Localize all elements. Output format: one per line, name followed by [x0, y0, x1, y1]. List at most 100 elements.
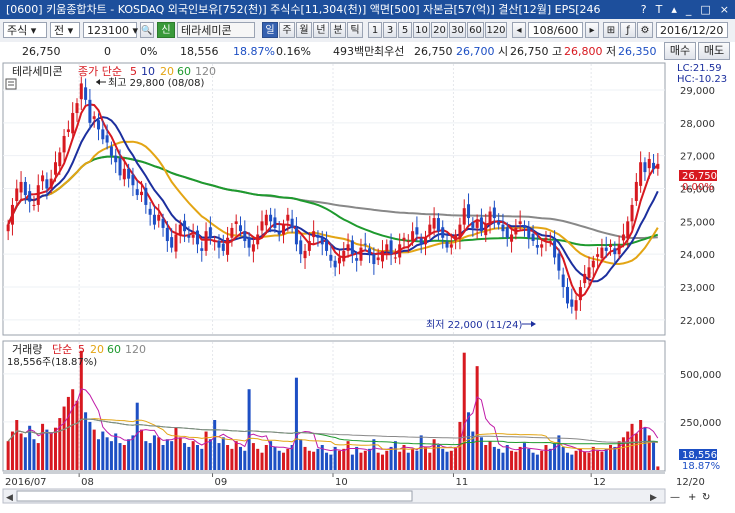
candle [428, 224, 432, 234]
stock-name-field: 테라세미콘 [177, 22, 255, 38]
zoom-out-icon[interactable]: — [670, 492, 680, 503]
settings-icon[interactable]: ⚙ [637, 22, 653, 38]
period-option-select[interactable]: 전 ▾ [50, 22, 80, 38]
volume-bar [596, 450, 600, 470]
interval-120-button[interactable]: 120 [485, 22, 507, 38]
volume-bar [256, 448, 260, 470]
pin-icon[interactable]: ▴ [671, 0, 677, 19]
volume-bar [484, 445, 488, 470]
tab-period-tick[interactable]: 틱 [347, 22, 363, 38]
volume-bar [510, 450, 514, 470]
interval-5-button[interactable]: 5 [398, 22, 412, 38]
zoom-in-icon[interactable]: + [688, 492, 696, 503]
candle [174, 234, 178, 252]
candle [282, 224, 286, 235]
candle [58, 152, 62, 167]
volume-bar [449, 450, 453, 470]
candle [75, 103, 79, 113]
tab-period-minute[interactable]: 분 [330, 22, 346, 38]
candle [290, 218, 294, 228]
low-annotation: 최저 22,000 (11/24) [426, 319, 522, 331]
chart-grid-icon[interactable] [5, 78, 17, 90]
candle [458, 224, 462, 239]
date-field[interactable]: 2016/12/20 [656, 22, 728, 38]
price-tick-label: 23,000 [680, 283, 715, 294]
volume-bar [419, 435, 423, 470]
close-icon[interactable]: × [720, 0, 729, 19]
price-legend-ma60: 60 [177, 65, 191, 78]
x-tick-label: 2016/07 [5, 477, 47, 488]
volume-bar [557, 435, 561, 470]
interval-30-button[interactable]: 30 [449, 22, 466, 38]
volume-bar [144, 441, 148, 470]
scroll-right-icon[interactable]: ▶ [650, 493, 657, 503]
chart-type-icon[interactable]: ⊞ [603, 22, 619, 38]
candle [565, 287, 569, 304]
interval-1-button[interactable]: 1 [368, 22, 382, 38]
quote-change: 0 [104, 45, 111, 58]
candle [441, 227, 445, 238]
x-tick-label: 08 [81, 477, 94, 488]
candle [432, 218, 436, 229]
candle [286, 214, 290, 221]
stock-code-input[interactable]: 123100 ▾ [83, 22, 138, 38]
candle [419, 238, 423, 245]
volume-bar [157, 437, 161, 470]
volume-bar [251, 443, 255, 470]
candle [497, 222, 501, 225]
lc-label: LC:21.59 [677, 63, 722, 74]
candle [114, 155, 118, 163]
price-legend-series: 종가 단순 [78, 65, 122, 78]
help-icon[interactable]: ? [641, 0, 647, 19]
tab-period-month[interactable]: 월 [296, 22, 312, 38]
volume-bar [462, 352, 466, 470]
buy-button[interactable]: 매수 [664, 42, 696, 60]
search-icon[interactable]: 🔍 [140, 22, 154, 38]
stock-code-value: 123100 [87, 24, 129, 37]
candle [161, 218, 165, 228]
candle [424, 237, 428, 245]
candle [449, 244, 453, 248]
candle [510, 234, 514, 242]
interval-10-button[interactable]: 10 [413, 22, 430, 38]
volume-bar [574, 450, 578, 470]
volume-tick-label: 500,000 [680, 370, 721, 381]
text-size-icon[interactable]: T [656, 0, 663, 19]
reset-icon[interactable]: ↻ [702, 492, 710, 503]
sell-button[interactable]: 매도 [698, 42, 730, 60]
volume-bar [346, 441, 350, 470]
volume-bar [583, 451, 587, 470]
volume-bar [75, 400, 79, 470]
volume-bar [66, 396, 70, 470]
prev-icon[interactable]: ◂ [512, 22, 526, 38]
maximize-icon[interactable]: □ [700, 0, 710, 19]
volume-bar [41, 423, 45, 470]
next-icon[interactable]: ▸ [585, 22, 599, 38]
tab-period-year[interactable]: 년 [313, 22, 329, 38]
market-type-select[interactable]: 주식 ▾ [3, 22, 47, 38]
candle [583, 273, 587, 284]
interval-60-button[interactable]: 60 [467, 22, 484, 38]
high-annotation: 최고 29,800 (08/08) [108, 77, 204, 89]
stock-chart[interactable]: 22,00023,00024,00025,00026,00027,00028,0… [0, 61, 735, 510]
indicator-icon[interactable]: ƒ [620, 22, 636, 38]
interval-3-button[interactable]: 3 [383, 22, 397, 38]
candle [307, 241, 311, 251]
tab-period-week[interactable]: 주 [279, 22, 295, 38]
volume-bar [15, 420, 19, 470]
price-legend-ma120: 120 [195, 65, 216, 78]
price-panel[interactable] [2, 62, 666, 336]
candle [372, 254, 376, 265]
volume-bar [454, 446, 458, 470]
volume-bar [578, 448, 582, 470]
scroll-left-icon[interactable]: ◀ [6, 493, 13, 503]
tab-period-day[interactable]: 일 [262, 22, 278, 38]
interval-20-button[interactable]: 20 [431, 22, 448, 38]
volume-bar [393, 441, 397, 470]
scrollbar-thumb[interactable] [16, 490, 413, 502]
minimize-icon[interactable]: _ [686, 0, 692, 19]
volume-bar [604, 448, 608, 470]
volume-bar [195, 445, 199, 470]
candle [84, 87, 88, 100]
volume-bar [342, 448, 346, 470]
